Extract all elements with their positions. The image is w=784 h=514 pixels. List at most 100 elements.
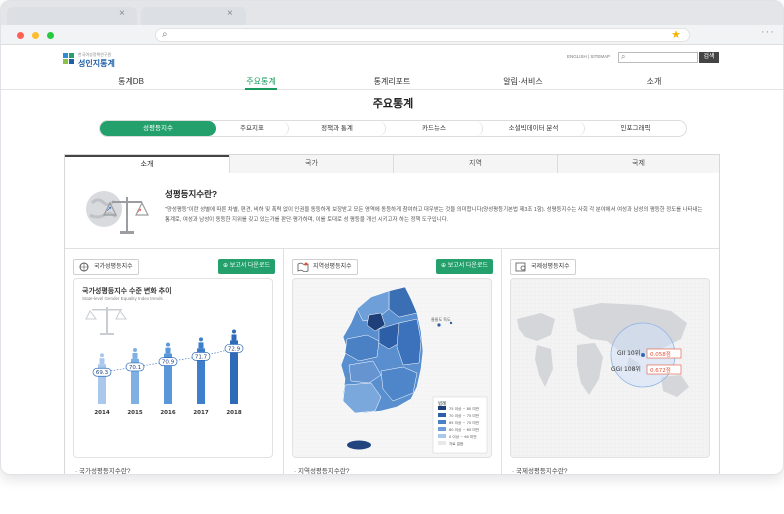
menu-icon[interactable]: ··· [761,26,775,38]
search-button[interactable]: 검색 [699,52,719,63]
legend-swatch [438,406,446,410]
regional-index-button[interactable]: 지역성평등지수 [292,259,358,275]
tab-national[interactable]: 국가 [229,155,393,173]
site-logo[interactable]: 한국여성정책연구원 성인지통계 [63,51,133,69]
scale-illustration [85,307,127,335]
map-icon [297,262,309,272]
nav-item-notices[interactable]: 알림·서비스 [503,76,542,87]
ulleungdo [437,323,441,327]
maximize-window-icon[interactable] [47,32,54,39]
category-label: 2014 [94,410,109,416]
intro-title: 성평등지수란? [165,189,218,199]
logo-icon [63,53,74,64]
close-icon[interactable]: × [227,8,233,19]
card-regional: 지역성평등지수 ⊕ 보고서 다운로드 울릉도 독도 범례 75 이상 ~ 80 … [283,248,501,474]
value-label: 70.1 [129,365,141,371]
category-label: 2017 [193,410,208,416]
korea-map: 울릉도 독도 범례 75 이상 ~ 80 미만 70 이상 ~ 75 미만 65 이… [293,279,491,457]
national-index-button[interactable]: 국가성평등지수 [73,259,139,275]
islands-label: 울릉도 독도 [431,316,451,322]
tab-regional[interactable]: 지역 [393,155,557,173]
person-body [99,358,105,365]
download-report-button[interactable]: ⊕ 보고서 다운로드 [217,259,275,274]
tab-intro[interactable]: 소개 [65,155,229,173]
browser-tab[interactable]: × [141,7,246,25]
korea-map-panel: 울릉도 독도 범례 75 이상 ~ 80 미만 70 이상 ~ 75 미만 65 이… [292,278,492,458]
data-label: 72.9 [224,344,244,353]
browser-window: × × ⌕ ★ ··· 한국여성정책연구원 성인지통계 ENGLISH | SI… [0,0,784,475]
web-page: 한국여성정책연구원 성인지통계 ENGLISH | SITEMAP ⌕ 검색 통… [1,45,783,474]
value-label: 72.9 [228,346,241,352]
subtab-key-indicators[interactable]: 주요지표 [216,121,289,136]
person-body [231,334,237,341]
international-index-link[interactable]: 국제성평등지수란? [512,465,567,474]
search-input[interactable]: ⌕ [618,52,698,63]
legend-swatch [438,420,446,424]
gii-value: 0.058점 [650,351,671,358]
value-label: 69.3 [96,370,109,376]
data-label: 70.1 [125,362,145,372]
data-label: 70.9 [158,357,178,367]
close-window-icon[interactable] [17,32,24,39]
download-label: 보고서 다운로드 [229,263,270,269]
chart-search-icon [515,262,526,272]
person-icon [199,337,203,342]
value-label: 71.7 [195,354,208,360]
ggi-rank: GGI 108위 [611,365,641,373]
international-index-label: 국제성평등지수 [531,264,570,270]
legend-swatch [438,441,446,445]
nav-item-stats-db[interactable]: 통계DB [118,76,144,87]
logo-title: 성인지통계 [78,59,115,68]
legend-label: 0 이상 ~ 60 미만 [449,434,477,439]
legend-label: 자료 없음 [449,441,464,446]
browser-tab-bar: × × [1,1,783,25]
data-label: 69.3 [92,367,112,377]
main-nav: 통계DB 주요통계 통계리포트 알림·서비스 소개 [1,73,783,90]
card-international: 국제성평등지수 GII 10위 0.058점 GGI 108위 0.672점 ·… [501,248,719,474]
region-jeju[interactable] [347,440,371,450]
national-index-link[interactable]: 국가성평등지수란? [75,465,130,474]
regional-index-label: 지역성평등지수 [313,264,352,270]
legend-label: 65 이상 ~ 70 미만 [449,420,480,425]
download-label: 보고서 다운로드 [447,263,488,269]
tab-international[interactable]: 국제 [557,155,719,173]
browser-tab[interactable]: × [7,7,137,25]
close-icon[interactable]: × [119,8,125,19]
subtab-infographic[interactable]: 인포그래픽 [585,121,686,136]
legend-title: 범례 [438,400,446,407]
legend-label: 60 이상 ~ 65 미만 [449,427,480,432]
minimize-window-icon[interactable] [32,32,39,39]
nav-item-main-stats[interactable]: 주요통계 [246,76,275,87]
download-report-button[interactable]: ⊕ 보고서 다운로드 [435,259,493,274]
korea-marker [641,353,645,357]
national-index-label: 국가성평등지수 [94,264,133,270]
svg-text:↗: ↗ [106,205,112,213]
person-icon [166,342,170,347]
regional-index-link[interactable]: 지역성평등지수란? [294,465,349,474]
subtab-gender-index[interactable]: 성평등지수 [100,121,216,136]
legend-swatch [438,434,446,438]
legend-label: 70 이상 ~ 75 미만 [449,413,480,418]
util-links[interactable]: ENGLISH | SITEMAP [567,54,610,59]
nav-item-about[interactable]: 소개 [647,76,662,87]
category-label: 2018 [226,410,241,416]
subtab-social-bigdata[interactable]: 소셜빅데이터 분석 [483,121,585,136]
international-index-button[interactable]: 국제성평등지수 [510,259,576,275]
legend-label: 75 이상 ~ 80 미만 [449,406,480,411]
legend-swatch [438,413,446,417]
world-map-panel: GII 10위 0.058점 GGI 108위 0.672점 [510,278,710,458]
region-gyeongbuk[interactable] [396,318,422,366]
bar-chart: 69.3 2014 70.1 2015 70.9 2016 71.7 2017 72.9 2018 [85,307,244,416]
content-panel: 소개 국가 지역 국제 ↗ ↗ 성평등지수란? "양성평등"이란 성별에 따른 … [64,154,720,474]
subtab-policy-stats[interactable]: 정책과 통계 [289,121,386,136]
value-label: 70.9 [162,360,175,366]
nav-item-reports[interactable]: 통계리포트 [374,76,411,87]
svg-text:↗: ↗ [136,207,142,215]
category-label: 2015 [127,410,142,416]
url-field[interactable]: ⌕ ★ [155,28,690,42]
card-national: 국가성평등지수 ⊕ 보고서 다운로드 국가성평등지수 수준 변화 추이 Stat… [65,248,283,474]
ggi-value: 0.672점 [650,367,671,374]
search-icon: ⌕ [162,29,168,40]
subtab-card-news[interactable]: 카드뉴스 [386,121,483,136]
star-icon[interactable]: ★ [671,28,681,41]
